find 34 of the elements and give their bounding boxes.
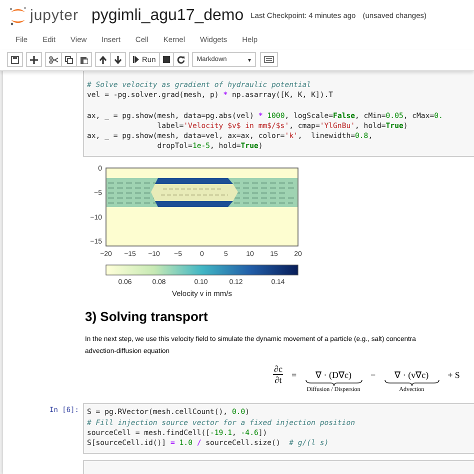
equation-symbol: = bbox=[291, 370, 297, 380]
copy-icon bbox=[65, 56, 73, 64]
equation-denominator: ∂t bbox=[274, 375, 282, 386]
underbrace-icon bbox=[304, 380, 363, 386]
cut-button[interactable] bbox=[45, 52, 62, 67]
arrow-up-icon bbox=[99, 56, 107, 64]
equation-term: ∇ · (D∇c) bbox=[316, 370, 352, 380]
step-forward-icon bbox=[133, 56, 139, 63]
underbrace-icon bbox=[384, 380, 440, 386]
notebook-title[interactable]: pygimli_agu17_demo bbox=[92, 6, 244, 24]
paste-button[interactable] bbox=[76, 52, 92, 67]
stop-button[interactable] bbox=[158, 52, 174, 67]
refresh-icon bbox=[176, 56, 185, 64]
equation-symbol: − bbox=[370, 370, 376, 380]
section-heading: 3) Solving transport bbox=[85, 309, 209, 324]
move-down-button[interactable] bbox=[110, 52, 126, 67]
plus-icon bbox=[30, 56, 38, 64]
restart-button[interactable] bbox=[172, 52, 189, 67]
equation-term: + S bbox=[448, 370, 460, 380]
equation-numerator: ∂c bbox=[273, 364, 284, 376]
logo-text[interactable]: jupyter bbox=[30, 7, 79, 24]
stop-icon bbox=[162, 56, 170, 63]
arrow-down-icon bbox=[114, 56, 122, 64]
keyboard-icon bbox=[264, 56, 274, 63]
save-button[interactable] bbox=[7, 52, 23, 67]
command-palette-button[interactable] bbox=[260, 52, 278, 67]
clipboard-icon bbox=[80, 56, 88, 64]
jupyter-logo-icon bbox=[8, 6, 28, 26]
scissors-icon bbox=[49, 56, 58, 64]
insert-cell-button[interactable] bbox=[26, 52, 42, 67]
copy-button[interactable] bbox=[61, 52, 77, 67]
equation-term: ∇ · (v∇c) bbox=[394, 370, 429, 380]
code-cell[interactable] bbox=[83, 460, 474, 474]
move-up-button[interactable] bbox=[95, 52, 111, 67]
